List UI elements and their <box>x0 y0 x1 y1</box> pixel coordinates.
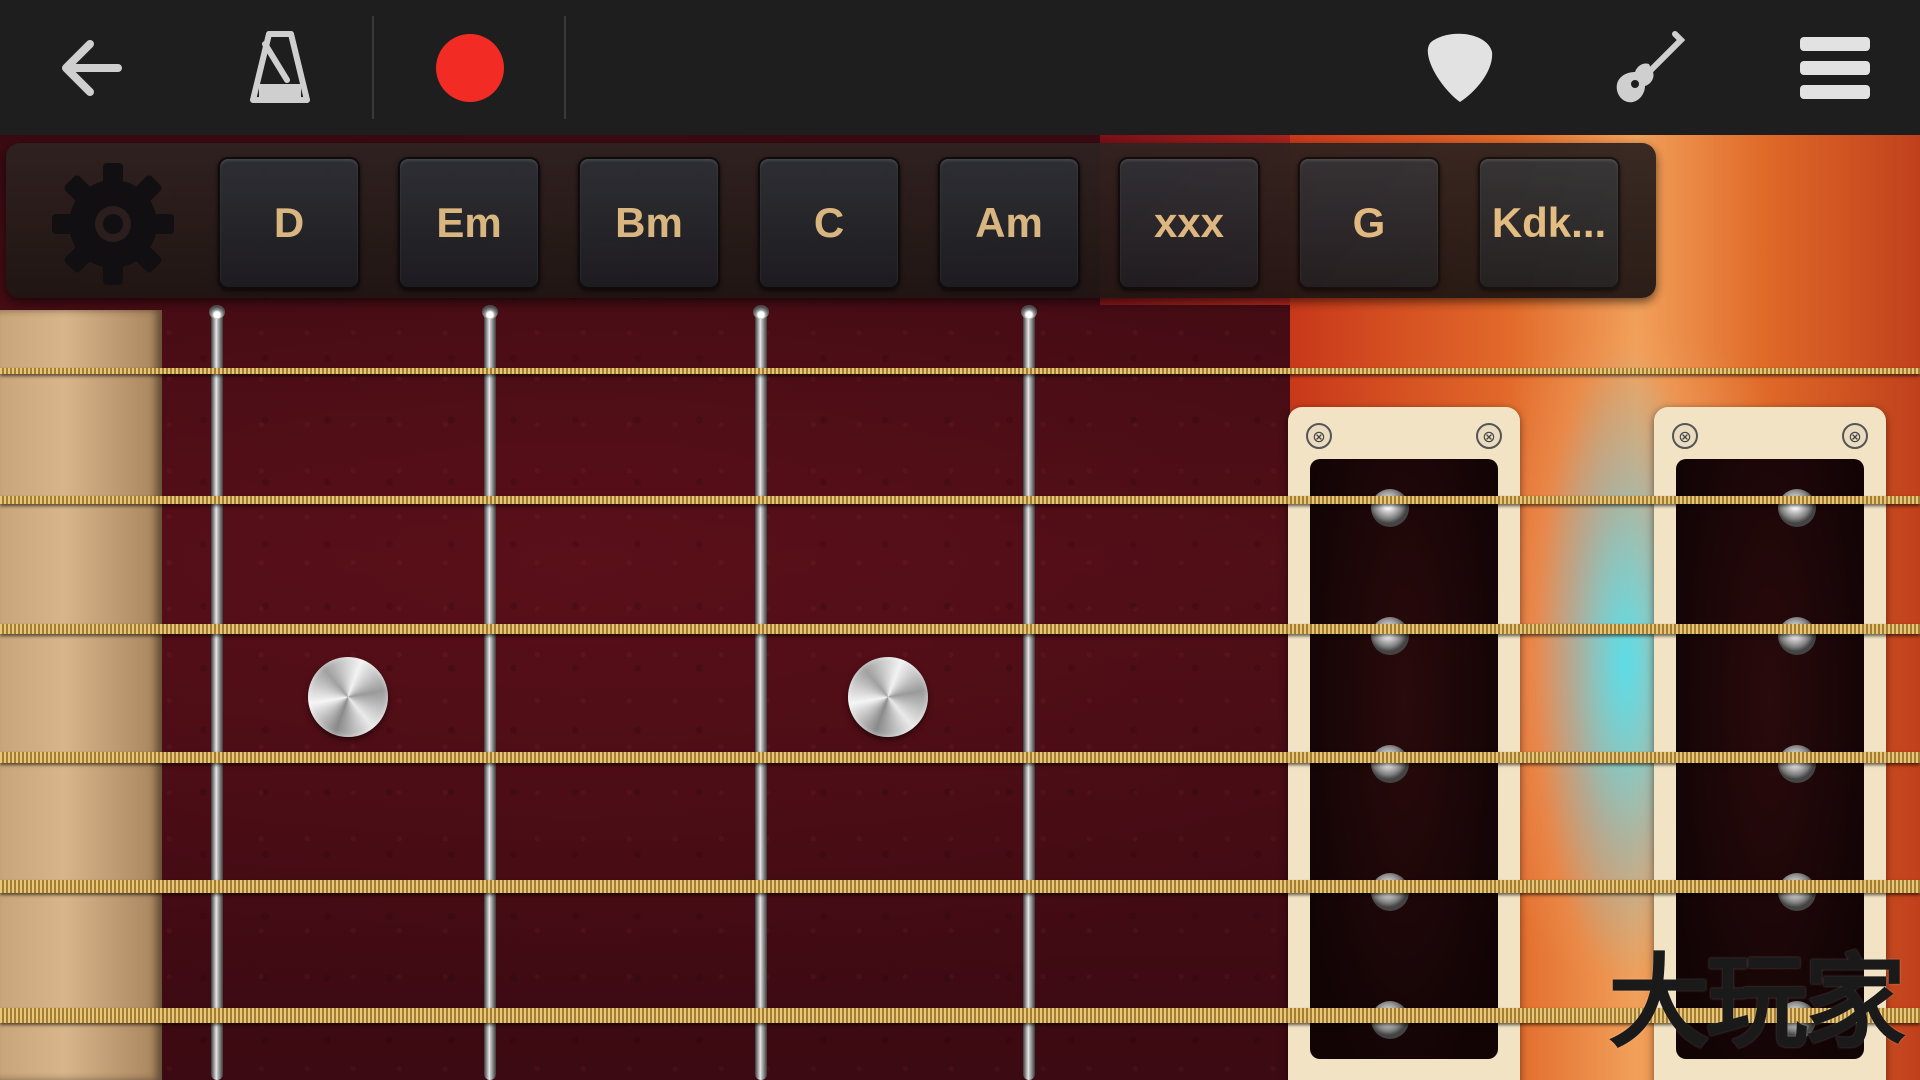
fret-end <box>482 305 498 319</box>
gear-icon[interactable] <box>50 161 176 287</box>
chord-button-em[interactable]: Em <box>398 157 540 289</box>
close-icon[interactable]: ⊗ <box>1306 423 1332 449</box>
chord-button-g[interactable]: G <box>1298 157 1440 289</box>
chord-button-d[interactable]: D <box>218 157 360 289</box>
pickup-pole <box>1778 745 1816 783</box>
pickup-pole <box>1778 489 1816 527</box>
guitar-icon[interactable] <box>1595 0 1695 135</box>
guitar-string[interactable] <box>0 368 1920 374</box>
pickup-pole <box>1371 617 1409 655</box>
top-toolbar <box>0 0 1920 135</box>
guitar-string[interactable] <box>0 880 1920 893</box>
fret-end <box>753 305 769 319</box>
pickup-pole <box>1778 617 1816 655</box>
chord-button-kdk[interactable]: Kdk... <box>1478 157 1620 289</box>
guitar-pick-icon[interactable] <box>1410 0 1510 135</box>
metronome-icon[interactable] <box>230 0 330 135</box>
fret-inlay <box>308 657 388 737</box>
chord-button-c[interactable]: C <box>758 157 900 289</box>
fret-inlay <box>848 657 928 737</box>
chord-button-bm[interactable]: Bm <box>578 157 720 289</box>
close-icon[interactable]: ⊗ <box>1672 423 1698 449</box>
fret <box>211 310 223 1080</box>
close-icon[interactable]: ⊗ <box>1476 423 1502 449</box>
close-icon[interactable]: ⊗ <box>1842 423 1868 449</box>
pickup-pole <box>1371 745 1409 783</box>
fret <box>755 310 767 1080</box>
fret-end <box>1021 305 1037 319</box>
guitar-nut <box>0 310 162 1080</box>
guitar-string[interactable] <box>0 496 1920 504</box>
back-arrow-icon[interactable] <box>40 0 140 135</box>
record-button[interactable] <box>425 0 515 135</box>
guitar-string[interactable] <box>0 752 1920 763</box>
guitar-string[interactable] <box>0 624 1920 634</box>
chord-button-am[interactable]: Am <box>938 157 1080 289</box>
chord-button-xxx[interactable]: xxx <box>1118 157 1260 289</box>
toolbar-separator <box>564 16 566 119</box>
pickup: ⊗ ⊗ <box>1288 407 1520 1080</box>
hamburger-menu-icon[interactable] <box>1785 0 1885 135</box>
toolbar-separator <box>372 16 374 119</box>
watermark-text: 大玩家 <box>1608 944 1906 1063</box>
chord-bar: D Em Bm C Am xxx G Kdk... <box>6 143 1656 298</box>
fret-end <box>209 305 225 319</box>
fret <box>1023 310 1035 1080</box>
fret <box>484 310 496 1080</box>
pickup-pole <box>1371 489 1409 527</box>
